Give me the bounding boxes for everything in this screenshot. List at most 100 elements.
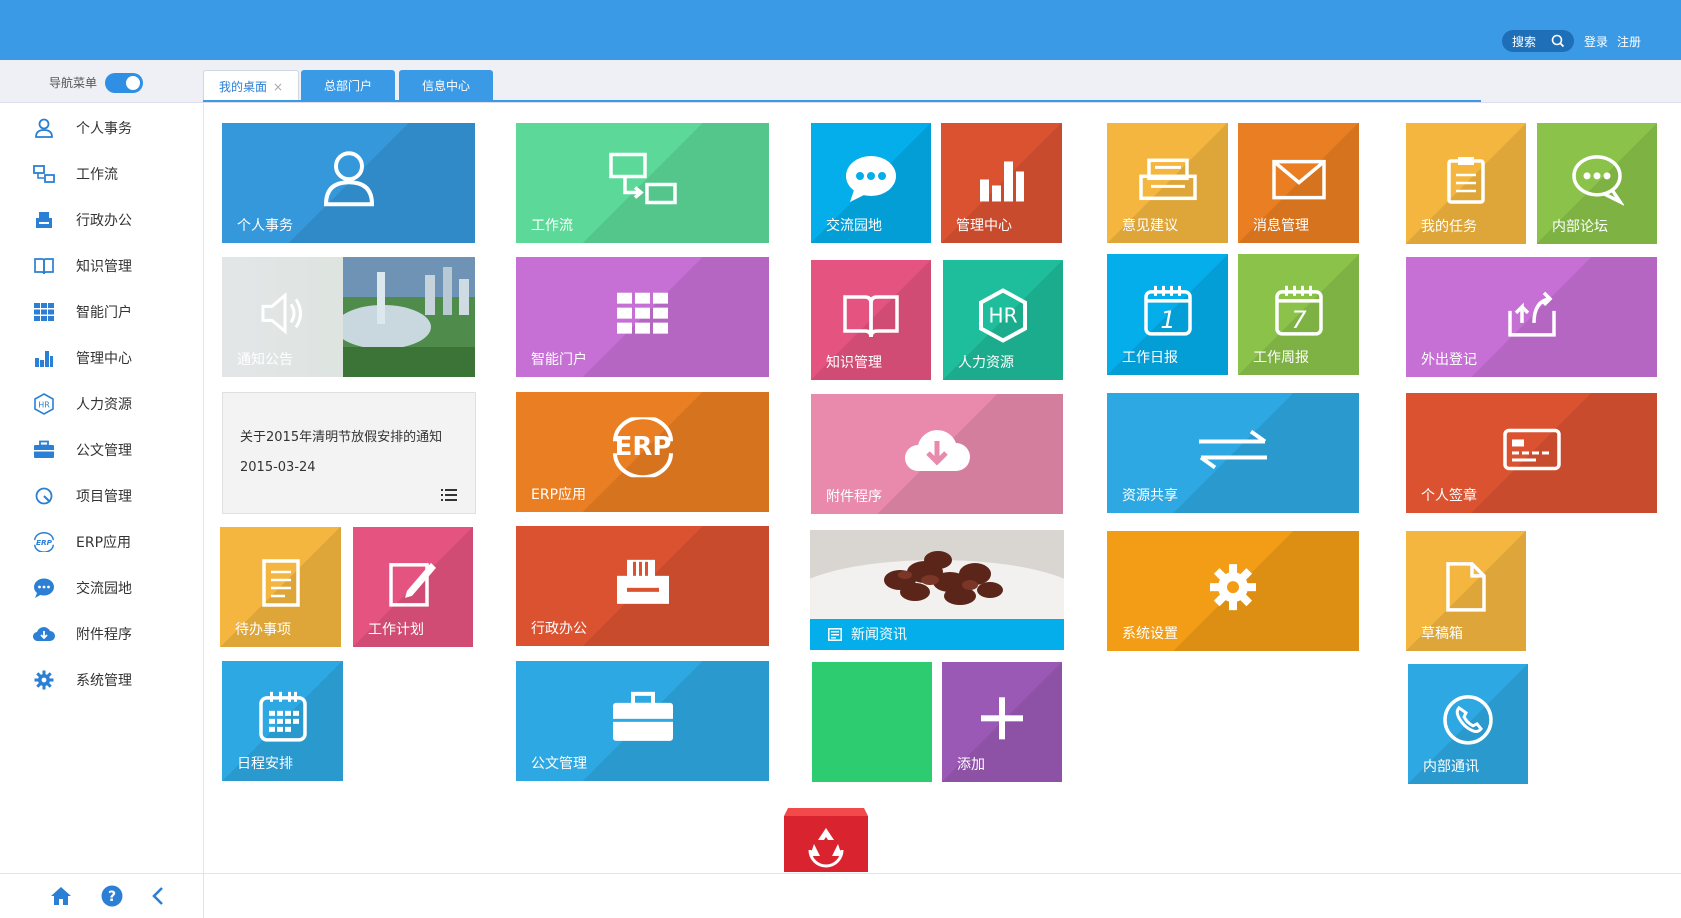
notice-title[interactable]: 关于2015年清明节放假安排的通知: [240, 426, 442, 445]
login-link[interactable]: 登录: [1584, 33, 1608, 50]
calendar-week-number: 7: [1291, 305, 1307, 333]
book-icon: [32, 254, 56, 278]
tile-workflow[interactable]: 工作流: [516, 123, 769, 243]
user-icon: [32, 116, 56, 140]
register-link[interactable]: 注册: [1617, 33, 1641, 50]
tile-my-tasks[interactable]: 我的任务: [1406, 123, 1526, 244]
tile-attachment[interactable]: 附件程序: [811, 394, 1063, 514]
tile-label: 资源共享: [1122, 488, 1178, 504]
tile-label: 智能门户: [531, 352, 587, 368]
tile-outing[interactable]: 外出登记: [1406, 257, 1657, 377]
sidebar-item-attachment[interactable]: 附件程序: [0, 614, 203, 654]
notice-card[interactable]: 关于2015年清明节放假安排的通知 2015-03-24: [222, 392, 476, 514]
sidebar-item-label: 个人事务: [76, 121, 132, 137]
sidebar-item-label: 行政办公: [76, 213, 132, 229]
tile-weekly-report[interactable]: 7 工作周报: [1238, 254, 1359, 375]
gear-icon: [32, 668, 56, 692]
sidebar-item-system[interactable]: 系统管理: [0, 660, 203, 700]
svg-text:HR: HR: [38, 401, 50, 410]
sidebar-item-label: 工作流: [76, 167, 118, 183]
tile-erp[interactable]: ERP ERP应用: [516, 392, 769, 512]
tab-label: 信息中心: [421, 79, 470, 93]
tile-admin-office[interactable]: 行政办公: [516, 526, 769, 646]
tile-todo[interactable]: 待办事项: [220, 527, 341, 647]
transfer-icon: [1199, 429, 1267, 470]
home-icon[interactable]: [49, 884, 73, 908]
tile-settings[interactable]: 系统设置: [1107, 531, 1359, 651]
sidebar-item-documents[interactable]: 公文管理: [0, 430, 203, 470]
tile-forum[interactable]: 内部论坛: [1537, 123, 1657, 244]
tab-info-center[interactable]: 信息中心: [399, 70, 493, 101]
tile-portal[interactable]: 智能门户: [516, 257, 769, 377]
sidebar-item-portal[interactable]: 智能门户: [0, 292, 203, 332]
sidebar-item-personal[interactable]: 个人事务: [0, 108, 203, 148]
city-photo: [343, 257, 475, 377]
tile-draft[interactable]: 草稿箱: [1406, 531, 1526, 651]
tile-label: 我的任务: [1421, 219, 1477, 235]
gear-icon: [1210, 564, 1256, 611]
help-icon[interactable]: ?: [100, 884, 124, 908]
nav-menu-toggle[interactable]: [105, 73, 143, 93]
sidebar-item-workflow[interactable]: 工作流: [0, 154, 203, 194]
sidebar-item-label: 智能门户: [76, 305, 132, 321]
tile-label: 个人事务: [237, 218, 293, 234]
tile-add[interactable]: 添加: [942, 662, 1062, 782]
calendar-day-number: 1: [1160, 305, 1175, 333]
project-icon: [32, 484, 56, 508]
tile-label: 内部论坛: [1552, 219, 1608, 235]
tile-hr[interactable]: HR 人力资源: [943, 260, 1063, 380]
id-card-icon: [1502, 428, 1561, 471]
tile-documents[interactable]: 公文管理: [516, 661, 769, 781]
sidebar-item-label: 项目管理: [76, 489, 132, 505]
tile-suggestion[interactable]: 意见建议: [1107, 123, 1228, 243]
checklist-icon: [261, 559, 300, 607]
cloud-download-icon: [905, 430, 970, 471]
tile-label: 新闻资讯: [851, 627, 907, 643]
tile-exchange[interactable]: 交流园地: [811, 123, 931, 243]
recycle-bin[interactable]: [780, 802, 872, 872]
tile-schedule[interactable]: 日程安排: [222, 661, 343, 781]
tile-label: 行政办公: [531, 621, 587, 637]
tile-management[interactable]: 管理中心: [941, 123, 1062, 243]
printer-icon: [32, 208, 56, 232]
tile-label: 交流园地: [826, 218, 882, 234]
tile-signature[interactable]: 个人签章: [1406, 393, 1657, 513]
tile-empty-green[interactable]: [812, 662, 932, 782]
sidebar-item-admin-office[interactable]: 行政办公: [0, 200, 203, 240]
tile-personal[interactable]: 个人事务: [222, 123, 475, 243]
tile-announcement[interactable]: 通知公告: [222, 257, 475, 377]
svg-text:ERP: ERP: [36, 538, 53, 547]
tile-label: 知识管理: [826, 355, 882, 371]
tile-label: 工作计划: [368, 622, 424, 638]
tab-my-desktop[interactable]: 我的桌面 ×: [203, 70, 299, 102]
tile-knowledge[interactable]: 知识管理: [811, 260, 931, 380]
tile-label: 日程安排: [237, 756, 293, 772]
tile-label: 外出登记: [1421, 352, 1477, 368]
svg-text:?: ?: [108, 889, 116, 905]
sidebar-item-label: 知识管理: [76, 259, 132, 275]
workflow-icon: [32, 162, 56, 186]
tab-headquarters-portal[interactable]: 总部门户: [301, 70, 395, 101]
tile-phone[interactable]: 内部通讯: [1408, 664, 1528, 784]
tile-news[interactable]: 新闻资讯: [810, 530, 1064, 650]
sidebar-item-hr[interactable]: HR 人力资源: [0, 384, 203, 424]
tile-daily-report[interactable]: 1 工作日报: [1107, 254, 1228, 375]
tile-message[interactable]: 消息管理: [1238, 123, 1359, 243]
list-icon[interactable]: [441, 489, 457, 501]
close-icon[interactable]: ×: [273, 80, 283, 94]
sidebar-item-management[interactable]: 管理中心: [0, 338, 203, 378]
sidebar-item-knowledge[interactable]: 知识管理: [0, 246, 203, 286]
news-icon: [828, 628, 842, 641]
sidebar-item-exchange[interactable]: 交流园地: [0, 568, 203, 608]
edit-icon: [389, 562, 436, 607]
sidebar-item-project[interactable]: 项目管理: [0, 476, 203, 516]
news-photo: [810, 530, 1064, 619]
mail-icon: [1271, 159, 1326, 200]
search-icon[interactable]: [1550, 33, 1566, 49]
search-box[interactable]: 搜索: [1502, 30, 1574, 52]
hr-icon: HR: [979, 288, 1027, 343]
sidebar-item-erp[interactable]: ERP ERP应用: [0, 522, 203, 562]
tile-plan[interactable]: 工作计划: [353, 527, 473, 647]
collapse-icon[interactable]: [146, 884, 170, 908]
tile-share[interactable]: 资源共享: [1107, 393, 1359, 513]
